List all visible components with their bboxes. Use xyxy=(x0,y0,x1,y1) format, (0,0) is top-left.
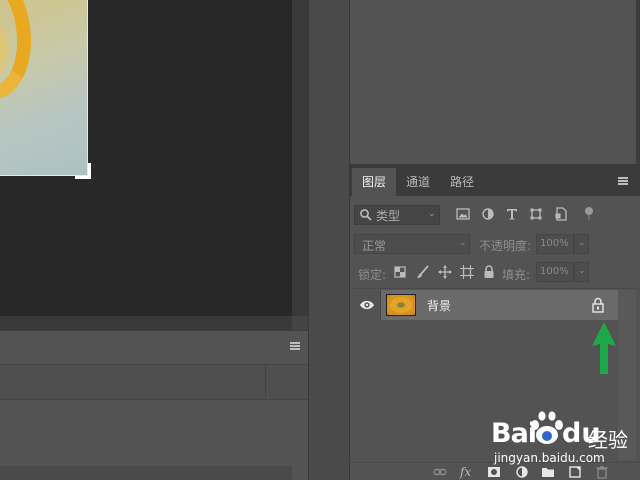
shape-filter-icon[interactable] xyxy=(528,206,544,222)
search-icon xyxy=(360,209,372,221)
lock-icon[interactable] xyxy=(591,297,605,313)
new-layer-icon[interactable] xyxy=(568,465,582,479)
fill-value: 100% xyxy=(540,266,569,277)
lock-artboard-icon[interactable] xyxy=(459,264,475,280)
chevron-down-icon: ⌄ xyxy=(428,209,436,219)
layers-panel-menu-button[interactable] xyxy=(618,177,630,187)
layers-list-divider xyxy=(352,288,636,289)
lock-transparent-pixels-icon[interactable] xyxy=(392,264,408,280)
lock-all-icon[interactable] xyxy=(481,264,497,280)
lock-image-pixels-icon[interactable] xyxy=(415,264,431,280)
bottom-panel-scrollbar[interactable] xyxy=(0,466,292,480)
bottom-left-panel xyxy=(0,330,308,480)
transform-corner-handle[interactable] xyxy=(75,163,91,179)
smart-object-filter-icon[interactable] xyxy=(553,206,569,222)
layer-name[interactable]: 背景 xyxy=(427,297,451,314)
canvas-vertical-scrollbar[interactable] xyxy=(292,0,308,316)
bottom-panel-divider xyxy=(265,364,266,400)
bottom-panel-menu-button[interactable] xyxy=(290,342,302,352)
fill-label: 填充: xyxy=(502,268,531,282)
watermark-url: jingyan.baidu.com xyxy=(494,451,605,465)
image-filter-icon[interactable] xyxy=(455,206,471,222)
canvas-horizontal-scrollbar[interactable] xyxy=(0,316,292,330)
upper-right-panel xyxy=(350,0,640,166)
chevron-down-icon: ⌄ xyxy=(578,238,586,248)
tab-layers[interactable]: 图层 xyxy=(352,168,396,196)
new-adjustment-layer-icon[interactable] xyxy=(515,465,529,479)
tab-channels[interactable]: 通道 xyxy=(397,168,439,196)
annotation-arrow-icon xyxy=(592,322,616,374)
layer-thumbnail[interactable] xyxy=(386,294,416,316)
bottom-panel-row xyxy=(0,364,308,400)
lock-label: 锁定: xyxy=(358,268,387,282)
add-mask-icon[interactable] xyxy=(487,465,501,479)
type-filter-icon[interactable] xyxy=(504,206,520,222)
tab-paths[interactable]: 路径 xyxy=(441,168,483,196)
menu-icon xyxy=(618,177,628,185)
layer-style-fx-icon[interactable]: fx xyxy=(460,465,474,479)
adjustment-filter-icon[interactable] xyxy=(480,206,496,222)
trash-icon[interactable] xyxy=(595,465,609,479)
new-group-folder-icon[interactable] xyxy=(541,465,555,479)
document-canvas[interactable] xyxy=(0,0,292,316)
filter-kind-label: 类型 xyxy=(376,209,401,223)
blend-mode-value: 正常 xyxy=(362,239,387,253)
menu-icon xyxy=(290,342,300,350)
opacity-label: 不透明度: xyxy=(479,239,532,253)
link-layers-icon[interactable] xyxy=(433,465,447,479)
opacity-value: 100% xyxy=(540,238,569,249)
upper-panel-scrollbar[interactable] xyxy=(636,0,640,166)
panel-dock-separator xyxy=(308,0,350,480)
scrollbar-corner xyxy=(292,316,308,330)
document-image[interactable] xyxy=(0,0,88,176)
lock-position-icon[interactable] xyxy=(437,264,453,280)
chevron-down-icon: ⌄ xyxy=(459,238,467,248)
eye-icon[interactable] xyxy=(359,299,375,311)
watermark-brand-jingyan: 经验 xyxy=(588,428,628,452)
watermark-brand-bai: Bai xyxy=(491,418,537,449)
chevron-down-icon: ⌄ xyxy=(578,266,586,276)
filter-toggle-icon[interactable] xyxy=(581,206,597,222)
